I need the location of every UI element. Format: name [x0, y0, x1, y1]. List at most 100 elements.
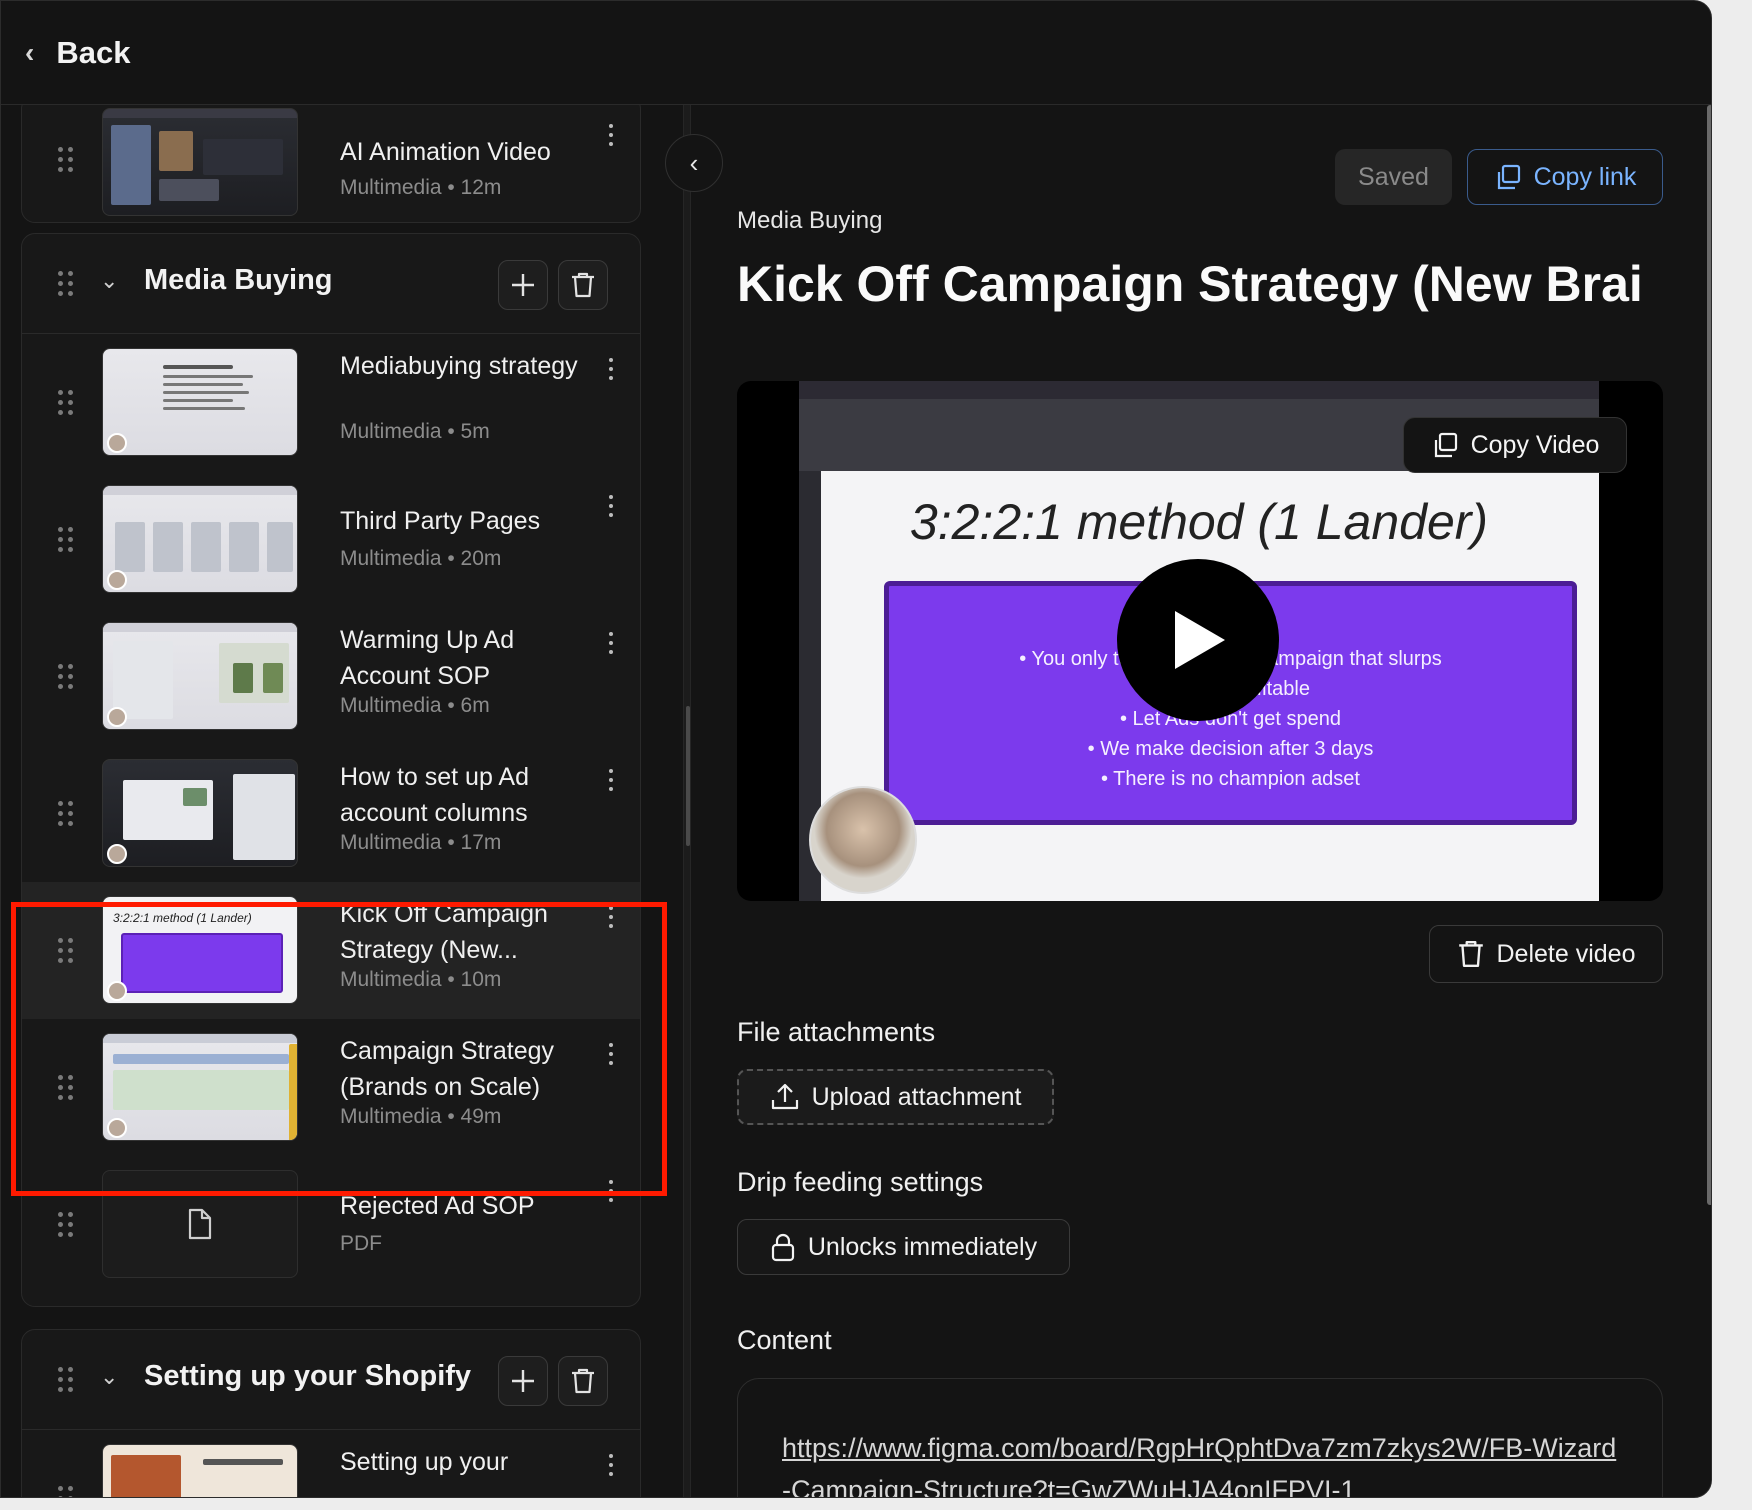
lesson-title: Campaign Strategy (Brands on Scale) — [340, 1037, 555, 1101]
drag-handle-icon[interactable] — [58, 1211, 74, 1238]
list-item[interactable]: Campaign Strategy (Brands on Scale) Mult… — [22, 1019, 640, 1156]
video-thumbnail — [102, 348, 298, 456]
back-button[interactable]: ‹ Back — [25, 35, 130, 71]
list-item[interactable]: Warming Up Ad Account SOP Multimedia • 6… — [22, 608, 640, 745]
drag-handle-icon[interactable] — [58, 663, 74, 690]
delete-video-label: Delete video — [1496, 939, 1636, 968]
copy-video-label: Copy Video — [1470, 430, 1600, 459]
list-item[interactable]: Rejected Ad SOP PDF — [22, 1156, 640, 1293]
list-item[interactable]: Setting up your — [22, 1430, 640, 1497]
more-options-icon[interactable] — [606, 632, 616, 654]
lesson-meta: Multimedia • 17m — [340, 831, 502, 854]
more-options-icon[interactable] — [606, 495, 616, 517]
sidebar-scrollbar[interactable] — [686, 706, 690, 846]
section-header[interactable]: ⌄ Setting up your Shopify — [22, 1330, 640, 1430]
section-title: Setting up your Shopify — [144, 1360, 472, 1392]
drag-handle-icon[interactable] — [58, 1485, 74, 1497]
lesson-meta: Multimedia • 6m — [340, 694, 490, 717]
lesson-meta: PDF — [340, 1232, 382, 1255]
more-options-icon[interactable] — [606, 124, 616, 146]
drag-handle-icon[interactable] — [58, 800, 74, 827]
content-editor[interactable]: https://www.figma.com/board/RgpHrQphtDva… — [737, 1378, 1663, 1497]
drag-handle-icon[interactable] — [58, 937, 74, 964]
content-heading: Content — [737, 1325, 832, 1355]
lesson-title: Kick Off Campaign Strategy (New... — [340, 900, 548, 964]
collapse-sidebar-button[interactable]: ‹ — [665, 134, 723, 192]
upload-attachment-label: Upload attachment — [811, 1082, 1022, 1111]
chevron-left-icon: ‹ — [25, 36, 35, 68]
main-scrollbar[interactable] — [1707, 105, 1711, 1205]
lesson-title: Warming Up Ad Account SOP — [340, 626, 515, 690]
add-lesson-button[interactable] — [498, 260, 548, 310]
section-card: ⌄ Setting up your Shopify Setting up you… — [21, 1329, 641, 1497]
top-bar: ‹ Back — [1, 1, 1711, 105]
lesson-card: AI Animation Video Multimedia • 12m — [21, 105, 641, 223]
back-label: Back — [56, 34, 131, 70]
drag-handle-icon[interactable] — [58, 526, 74, 553]
thumbnail-title: 3:2:2:1 method (1 Lander) — [113, 911, 252, 925]
document-icon — [188, 1208, 212, 1240]
saved-status-button[interactable]: Saved — [1335, 149, 1452, 205]
lesson-meta: Multimedia • 10m — [340, 968, 502, 991]
video-thumbnail — [102, 108, 298, 216]
section-title: Media Buying — [144, 264, 333, 296]
list-item[interactable]: Third Party Pages Multimedia • 20m — [22, 471, 640, 608]
play-icon — [1175, 611, 1225, 669]
chevron-left-icon: ‹ — [689, 147, 699, 178]
more-options-icon[interactable] — [606, 906, 616, 928]
section-header[interactable]: ⌄ Media Buying — [22, 234, 640, 334]
copy-link-button[interactable]: Copy link — [1467, 149, 1663, 205]
lock-icon — [771, 1233, 794, 1262]
lesson-sidebar: AI Animation Video Multimedia • 12m ⌄ Me… — [1, 105, 671, 1497]
plus-icon — [512, 274, 534, 296]
more-options-icon[interactable] — [606, 1180, 616, 1202]
list-item[interactable]: AI Animation Video Multimedia • 12m — [22, 105, 640, 220]
drag-handle-icon[interactable] — [58, 389, 74, 416]
copy-link-label: Copy link — [1533, 162, 1637, 191]
video-thumbnail — [102, 485, 298, 593]
copy-icon — [1434, 432, 1457, 458]
breadcrumb[interactable]: Media Buying — [737, 207, 882, 235]
drag-handle-icon[interactable] — [58, 1366, 74, 1393]
delete-video-button[interactable]: Delete video — [1429, 925, 1663, 983]
plus-icon — [512, 1370, 534, 1392]
video-thumbnail — [102, 1033, 298, 1141]
lesson-meta: Multimedia • 5m — [340, 420, 490, 443]
attachments-heading: File attachments — [737, 1017, 936, 1047]
video-player[interactable]: 3:2:2:1 method (1 Lander) • You only tur… — [737, 381, 1663, 901]
more-options-icon[interactable] — [606, 1454, 616, 1476]
list-item[interactable]: Mediabuying strategy Multimedia • 5m — [22, 334, 640, 471]
more-options-icon[interactable] — [606, 358, 616, 380]
page-title[interactable]: Kick Off Campaign Strategy (New Brai — [737, 255, 1663, 313]
upload-icon — [771, 1083, 798, 1110]
lesson-editor: Saved Copy link Media Buying Kick Off Ca… — [701, 105, 1706, 1497]
webcam-overlay — [809, 786, 917, 894]
drip-feeding-heading: Drip feeding settings — [737, 1167, 984, 1197]
drag-handle-icon[interactable] — [58, 147, 74, 173]
lesson-title: Third Party Pages — [340, 507, 541, 535]
list-item-selected[interactable]: 3:2:2:1 method (1 Lander) Kick Off Campa… — [22, 882, 640, 1019]
list-item[interactable]: How to set up Ad account columns Multime… — [22, 745, 640, 882]
drag-handle-icon[interactable] — [58, 1074, 74, 1101]
trash-icon — [572, 1368, 594, 1394]
play-button[interactable] — [1117, 559, 1279, 721]
drag-handle-icon[interactable] — [58, 270, 74, 297]
lesson-title: Rejected Ad SOP — [340, 1192, 535, 1220]
lesson-title: How to set up Ad account columns — [340, 763, 530, 827]
lesson-title: AI Animation Video — [340, 138, 551, 166]
slide-title: 3:2:2:1 method (1 Lander) — [909, 494, 1489, 550]
chevron-down-icon[interactable]: ⌄ — [100, 268, 118, 294]
drip-unlock-button[interactable]: Unlocks immediately — [737, 1219, 1070, 1275]
more-options-icon[interactable] — [606, 769, 616, 791]
add-lesson-button[interactable] — [498, 1356, 548, 1406]
upload-attachment-button[interactable]: Upload attachment — [737, 1069, 1054, 1125]
trash-icon — [572, 272, 594, 298]
chevron-down-icon[interactable]: ⌄ — [100, 1364, 118, 1390]
lesson-title: Setting up your — [340, 1448, 509, 1476]
delete-section-button[interactable] — [558, 260, 608, 310]
drip-unlock-label: Unlocks immediately — [807, 1232, 1038, 1261]
copy-video-button[interactable]: Copy Video — [1403, 417, 1627, 473]
delete-section-button[interactable] — [558, 1356, 608, 1406]
more-options-icon[interactable] — [606, 1043, 616, 1065]
content-link[interactable]: https://www.figma.com/board/RgpHrQphtDva… — [782, 1427, 1620, 1497]
